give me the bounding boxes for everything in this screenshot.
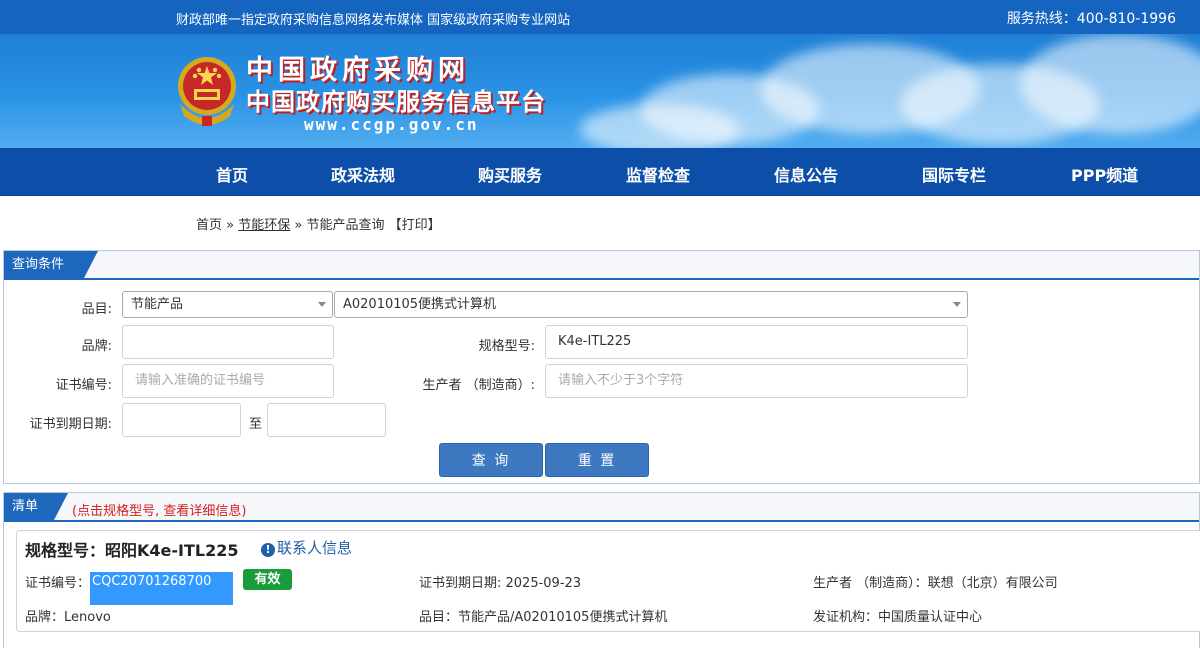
nav-item-supervision[interactable]: 监督检查 [626,162,690,186]
expire-date-to-input[interactable] [267,403,386,437]
category-field: 品目：节能产品/A02010105便携式计算机 [419,610,668,625]
query-panel-header: 查询条件 [4,251,1199,280]
contact-info-label: 联系人信息 [277,539,353,557]
breadcrumb-separator: » [222,218,239,233]
result-item: 规格型号：昭阳K4e-ITL225 ! 联系人信息 证书编号： CQC2070126… [16,530,1200,632]
brand-field: 品牌：Lenovo [25,610,111,625]
nav-item-ppp[interactable]: PPP频道 [1071,162,1138,186]
service-hotline: 服务热线：400-810-1996 [1006,11,1176,27]
model-input[interactable]: K4e-ITL225 [545,325,968,359]
breadcrumb: 首页 » 节能环保 » 节能产品查询 【打印】 [196,214,441,233]
expire-date-label: 证书到期日期: [29,417,112,432]
manufacturer-input[interactable]: 请输入不少于3个字符 [545,364,968,398]
model-label: 规格型号: [478,339,535,354]
reset-button[interactable]: 重 置 [545,443,649,477]
site-slogan: 财政部唯一指定政府采购信息网络发布媒体 国家级政府采购专业网站 [176,13,571,28]
results-panel-tab: 清单 [4,493,68,520]
result-model-title[interactable]: 规格型号：昭阳K4e-ITL225 [25,537,239,561]
cert-number-field: 证书编号： CQC20701268700 [25,572,234,605]
query-panel-tab: 查询条件 [4,251,98,278]
date-range-separator: 至 [248,417,262,432]
manufacturer-field: 生产者 （制造商）：联想（北京）有限公司 [813,576,1058,591]
breadcrumb-separator: » [290,218,307,233]
site-url: www.ccgp.gov.cn [304,115,479,134]
manufacturer-label: 生产者 （制造商）: [422,378,535,393]
results-hint: (点击规格型号, 查看详细信息) [72,504,247,519]
site-banner: 中国政府采购网 中国政府购买服务信息平台 www.ccgp.gov.cn [0,34,1200,148]
brand-input[interactable] [122,325,334,359]
category-select-value: 节能产品 [131,297,184,312]
nav-item-international[interactable]: 国际专栏 [922,162,986,186]
nav-item-announcements[interactable]: 信息公告 [774,162,838,186]
info-icon: ! [261,543,275,557]
breadcrumb-current: 节能产品查询 [306,218,385,233]
category-select[interactable]: 节能产品 [122,291,333,318]
breadcrumb-home[interactable]: 首页 [196,218,222,233]
chevron-down-icon [318,302,326,307]
category-label: 品目: [81,302,112,317]
top-bar: 财政部唯一指定政府采购信息网络发布媒体 国家级政府采购专业网站 服务热线：400… [0,0,1200,34]
main-nav: 首页 政采法规 购买服务 监督检查 信息公告 国际专栏 PPP频道 [0,148,1200,196]
site-title: 中国政府采购网 [246,55,470,86]
cert-number-input[interactable]: 请输入准确的证书编号 [122,364,334,398]
site-subtitle: 中国政府购买服务信息平台 [246,88,546,116]
expire-date-field: 证书到期日期: 2025-09-23 [419,576,582,591]
cert-number-field-label: 证书编号： [25,576,91,591]
nav-item-home[interactable]: 首页 [216,162,248,186]
brand-label: 品牌: [81,339,112,354]
subcategory-select-value: A02010105便携式计算机 [343,297,497,312]
status-badge: 有效 [243,569,292,590]
search-button[interactable]: 查 询 [439,443,543,477]
contact-info-link[interactable]: ! 联系人信息 [261,537,352,558]
expire-date-from-input[interactable] [122,403,241,437]
print-link[interactable]: 【打印】 [384,218,441,233]
national-emblem-icon [178,57,236,126]
nav-item-purchase-service[interactable]: 购买服务 [478,162,542,186]
chevron-down-icon [953,302,961,307]
nav-item-regulations[interactable]: 政采法规 [331,162,395,186]
cert-number-value: CQC20701268700 [90,572,234,605]
subcategory-select[interactable]: A02010105便携式计算机 [334,291,968,318]
cert-number-label: 证书编号: [55,378,112,393]
issuer-field: 发证机构：中国质量认证中心 [813,610,983,625]
breadcrumb-energy[interactable]: 节能环保 [238,218,290,233]
